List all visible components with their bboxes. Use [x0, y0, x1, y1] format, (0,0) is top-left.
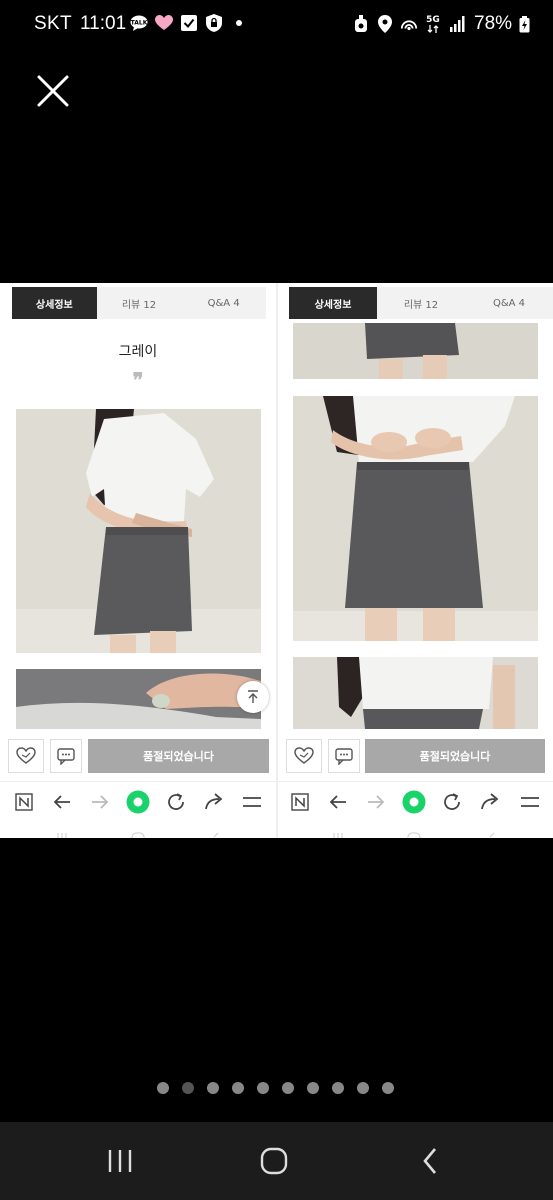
arrow-up-icon — [248, 690, 258, 703]
product-photo-side — [293, 657, 538, 729]
back-icon[interactable] — [410, 1146, 450, 1176]
page-dot[interactable] — [357, 1082, 369, 1094]
tab-reviews[interactable]: 리뷰 12 — [97, 287, 182, 319]
right-screen: 상세정보 리뷰 12 Q&A 4 품절되었습니다 — [278, 283, 553, 838]
notification-icons: TALK — [130, 14, 248, 32]
product-tabs: 상세정보 리뷰 12 Q&A 4 — [12, 287, 266, 319]
checkbox-icon — [180, 14, 198, 32]
hotspot-icon — [400, 15, 418, 33]
location-icon — [376, 15, 394, 33]
sold-out-button[interactable]: 품절되었습니다 — [365, 739, 545, 773]
heart-outline-icon — [16, 747, 36, 764]
scroll-top-button[interactable] — [237, 681, 269, 713]
quote-mark: ❞ — [132, 368, 144, 392]
svg-text:TALK: TALK — [131, 20, 148, 27]
page-dot[interactable] — [157, 1082, 169, 1094]
tab-detail[interactable]: 상세정보 — [12, 287, 97, 319]
green-dot-icon[interactable] — [126, 790, 150, 814]
home-icon[interactable] — [254, 1146, 294, 1176]
status-bar: SKT 11:01 TALK 5G 78% — [0, 0, 553, 50]
heart-icon — [155, 14, 173, 32]
page-dot[interactable] — [282, 1082, 294, 1094]
page-dot[interactable] — [307, 1082, 319, 1094]
cropped-system-nav — [0, 827, 276, 838]
dot-icon — [230, 14, 248, 32]
page-dot[interactable] — [332, 1082, 344, 1094]
clock: 11:01 — [80, 13, 127, 34]
refresh-icon[interactable] — [440, 790, 464, 814]
page-dot[interactable] — [257, 1082, 269, 1094]
page-dot[interactable] — [232, 1082, 244, 1094]
tab-qna[interactable]: Q&A 4 — [465, 287, 553, 319]
close-icon[interactable] — [36, 74, 70, 108]
color-caption: 그레이 — [118, 344, 158, 360]
shield-icon — [205, 14, 223, 32]
purchase-bar: 품절되었습니다 — [278, 729, 553, 779]
inquiry-button[interactable] — [50, 739, 82, 773]
share-icon[interactable] — [478, 790, 502, 814]
back-arrow-icon[interactable] — [326, 790, 350, 814]
naver-icon[interactable] — [12, 790, 36, 814]
inquiry-button[interactable] — [328, 739, 360, 773]
browser-toolbar — [278, 781, 553, 821]
heart-outline-icon — [294, 747, 314, 764]
forward-arrow-icon[interactable] — [88, 790, 112, 814]
signal-icon — [448, 15, 466, 33]
refresh-icon[interactable] — [164, 790, 188, 814]
carrier-label: SKT — [34, 13, 72, 34]
system-icons: 5G 78% — [352, 13, 530, 35]
left-screen: 상세정보 리뷰 12 Q&A 4 그레이 ❞ 품절되었습니다 — [0, 283, 276, 838]
page-dot[interactable] — [382, 1082, 394, 1094]
tab-qna[interactable]: Q&A 4 — [181, 287, 266, 319]
network-5g-icon: 5G — [424, 15, 442, 33]
share-icon[interactable] — [202, 790, 226, 814]
page-dot[interactable] — [207, 1082, 219, 1094]
system-navigation-bar — [0, 1122, 553, 1200]
product-photo-model — [16, 409, 261, 653]
product-tabs: 상세정보 리뷰 12 Q&A 4 — [289, 287, 553, 319]
alarm-icon — [352, 15, 370, 33]
forward-arrow-icon[interactable] — [364, 790, 388, 814]
product-screenshot[interactable]: 상세정보 리뷰 12 Q&A 4 그레이 ❞ 품절되었습니다 상세정보 리뷰 1… — [0, 283, 553, 838]
product-photo-front — [293, 396, 538, 641]
menu-icon[interactable] — [240, 790, 264, 814]
chat-icon — [57, 748, 75, 765]
cropped-system-nav — [278, 827, 553, 838]
tab-reviews[interactable]: 리뷰 12 — [377, 287, 465, 319]
product-photo-skirt-top — [293, 323, 538, 379]
product-photo-fabric — [16, 669, 261, 729]
talk-icon: TALK — [130, 14, 148, 32]
menu-icon[interactable] — [518, 790, 542, 814]
chat-icon — [335, 748, 353, 765]
page-indicator — [157, 1082, 394, 1094]
tab-detail[interactable]: 상세정보 — [289, 287, 377, 319]
page-dot-current[interactable] — [182, 1082, 194, 1094]
purchase-bar: 품절되었습니다 — [0, 729, 276, 779]
wishlist-button[interactable] — [286, 739, 322, 773]
green-dot-icon[interactable] — [402, 790, 426, 814]
sold-out-button[interactable]: 품절되었습니다 — [88, 739, 269, 773]
recent-apps-icon[interactable] — [100, 1146, 140, 1176]
naver-icon[interactable] — [288, 790, 312, 814]
back-arrow-icon[interactable] — [50, 790, 74, 814]
wishlist-button[interactable] — [8, 739, 44, 773]
battery-level: 78% — [474, 13, 513, 34]
browser-toolbar — [0, 781, 276, 821]
battery-icon — [518, 15, 530, 33]
